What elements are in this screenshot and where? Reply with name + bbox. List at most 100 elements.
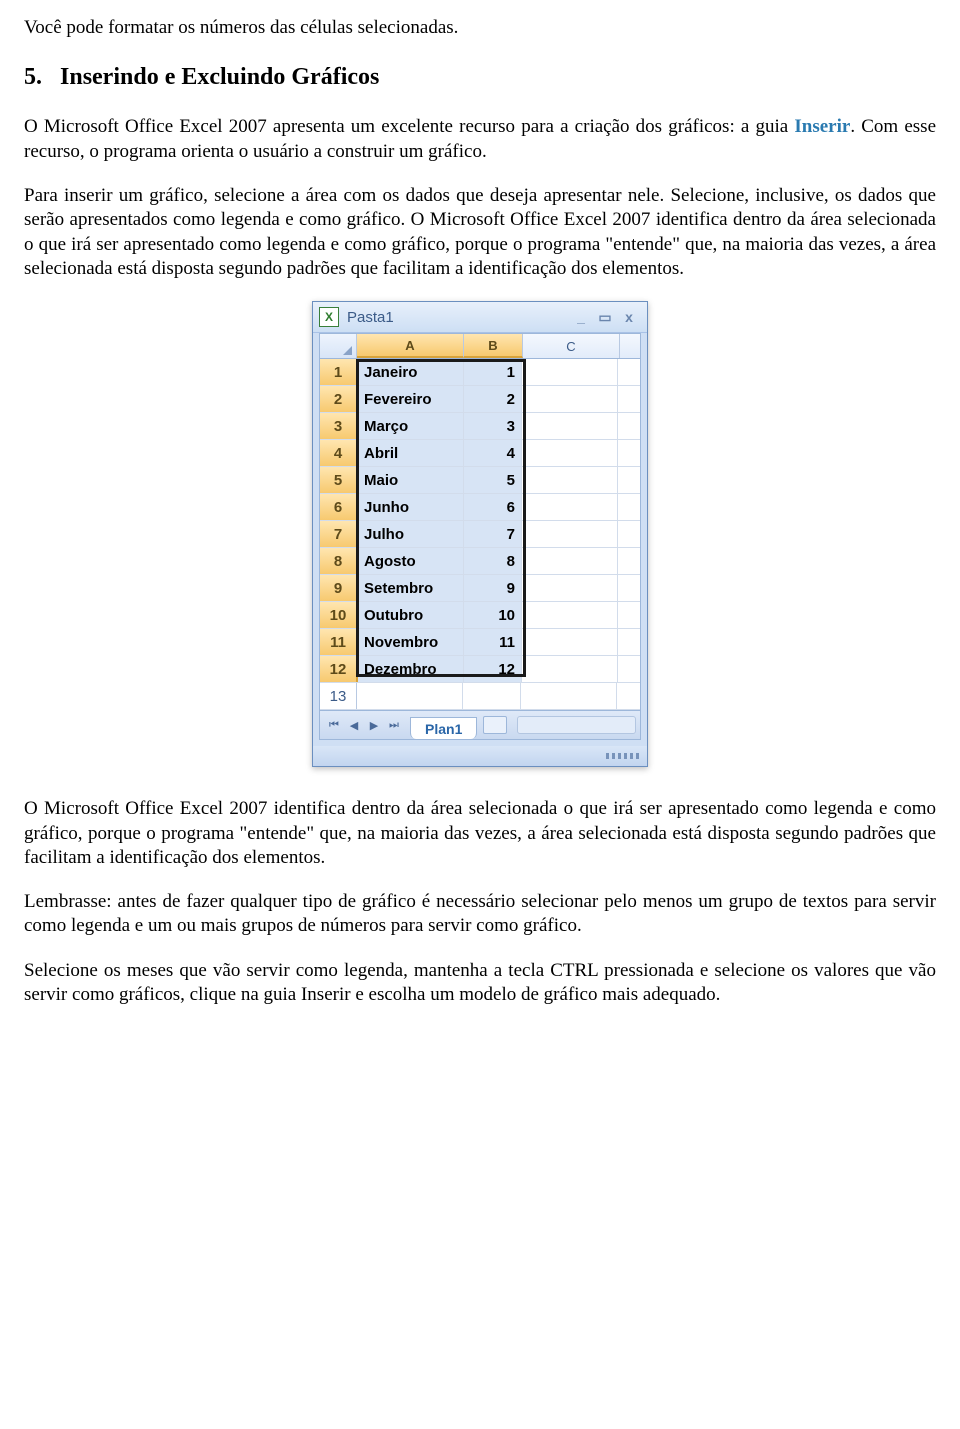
cell-b[interactable]: 9 xyxy=(464,575,522,601)
cell-b[interactable]: 12 xyxy=(464,656,522,682)
cell-c[interactable] xyxy=(522,629,618,655)
cell-c[interactable] xyxy=(521,683,617,709)
paragraph-3: Para inserir um gráfico, selecione a áre… xyxy=(24,184,936,281)
section-title-text: Inserindo e Excluindo Gráficos xyxy=(60,64,379,91)
row-header[interactable]: 13 xyxy=(320,683,357,709)
row-header[interactable]: 12 xyxy=(320,656,358,682)
intro-paragraph: Você pode formatar os números das célula… xyxy=(24,16,936,40)
select-all-corner[interactable] xyxy=(320,334,357,358)
grid: 1 Janeiro 1 2 Fevereiro 2 3 Março 3 4 Ab… xyxy=(320,359,640,710)
cell-c[interactable] xyxy=(522,440,618,466)
cell-b[interactable]: 1 xyxy=(464,359,522,385)
cell-a[interactable]: Agosto xyxy=(358,548,464,574)
table-row: 3 Março 3 xyxy=(320,413,640,440)
table-row: 4 Abril 4 xyxy=(320,440,640,467)
row-header[interactable]: 10 xyxy=(320,602,358,628)
maximize-button[interactable]: ▭ xyxy=(593,308,617,326)
cell-a[interactable]: Maio xyxy=(358,467,464,493)
excel-titlebar: Pasta1 _ ▭ x xyxy=(313,302,647,333)
cell-a[interactable]: Novembro xyxy=(358,629,464,655)
new-sheet-button[interactable] xyxy=(483,716,507,734)
row-header[interactable]: 6 xyxy=(320,494,358,520)
table-row: 1 Janeiro 1 xyxy=(320,359,640,386)
cell-a[interactable]: Abril xyxy=(358,440,464,466)
tab-nav-last-icon[interactable]: ⏭ xyxy=(384,715,404,735)
row-header[interactable]: 5 xyxy=(320,467,358,493)
workbook-title: Pasta1 xyxy=(347,309,394,326)
row-header[interactable]: 11 xyxy=(320,629,358,655)
zoom-tick-icon xyxy=(618,753,621,759)
cell-b[interactable]: 10 xyxy=(464,602,522,628)
minimize-button[interactable]: _ xyxy=(569,308,593,326)
cell-a[interactable]: Setembro xyxy=(358,575,464,601)
cell-c[interactable] xyxy=(522,386,618,412)
cell-c[interactable] xyxy=(522,548,618,574)
sheet-area: A B C 1 Janeiro 1 2 Fevereiro 2 3 Março … xyxy=(319,333,641,740)
row-header[interactable]: 9 xyxy=(320,575,358,601)
cell-a[interactable]: Fevereiro xyxy=(358,386,464,412)
cell-b[interactable]: 11 xyxy=(464,629,522,655)
horizontal-scrollbar[interactable] xyxy=(517,716,636,734)
status-bar xyxy=(313,746,647,766)
close-button[interactable]: x xyxy=(617,308,641,326)
row-header[interactable]: 1 xyxy=(320,359,358,385)
cell-b[interactable]: 8 xyxy=(464,548,522,574)
zoom-tick-icon xyxy=(624,753,627,759)
cell-b[interactable]: 5 xyxy=(464,467,522,493)
paragraph-4: O Microsoft Office Excel 2007 identifica… xyxy=(24,797,936,870)
excel-app-icon xyxy=(319,307,339,327)
table-row: 2 Fevereiro 2 xyxy=(320,386,640,413)
cell-a[interactable]: Outubro xyxy=(358,602,464,628)
cell-c[interactable] xyxy=(522,521,618,547)
row-header[interactable]: 2 xyxy=(320,386,358,412)
cell-c[interactable] xyxy=(522,467,618,493)
cell-a[interactable]: Dezembro xyxy=(358,656,464,682)
cell-b[interactable]: 3 xyxy=(464,413,522,439)
row-header[interactable]: 7 xyxy=(320,521,358,547)
tab-nav-next-icon[interactable]: ▶ xyxy=(364,715,384,735)
cell-b[interactable]: 2 xyxy=(464,386,522,412)
cell-c[interactable] xyxy=(522,413,618,439)
inserir-guide-link: Inserir xyxy=(794,116,850,137)
cell-b[interactable]: 4 xyxy=(464,440,522,466)
section-heading: 5. Inserindo e Excluindo Gráficos xyxy=(24,64,936,91)
zoom-tick-icon xyxy=(636,753,639,759)
row-header[interactable]: 8 xyxy=(320,548,358,574)
cell-a[interactable] xyxy=(357,683,463,709)
cell-a[interactable]: Julho xyxy=(358,521,464,547)
table-row: 12 Dezembro 12 xyxy=(320,656,640,683)
sheet-tab[interactable]: Plan1 xyxy=(410,717,477,739)
tab-nav-prev-icon[interactable]: ◀ xyxy=(344,715,364,735)
row-header[interactable]: 3 xyxy=(320,413,358,439)
cell-a[interactable]: Junho xyxy=(358,494,464,520)
column-headers: A B C xyxy=(320,334,640,359)
column-header-a[interactable]: A xyxy=(357,334,464,358)
table-row: 10 Outubro 10 xyxy=(320,602,640,629)
paragraph-5: Lembrasse: antes de fazer qualquer tipo … xyxy=(24,890,936,939)
cell-c[interactable] xyxy=(522,575,618,601)
cell-b[interactable] xyxy=(463,683,521,709)
cell-c[interactable] xyxy=(522,602,618,628)
cell-a[interactable]: Janeiro xyxy=(358,359,464,385)
row-header[interactable]: 4 xyxy=(320,440,358,466)
section-number: 5. xyxy=(24,64,42,91)
cell-c[interactable] xyxy=(522,656,618,682)
table-row: 9 Setembro 9 xyxy=(320,575,640,602)
table-row: 5 Maio 5 xyxy=(320,467,640,494)
tab-nav-first-icon[interactable]: ⏮ xyxy=(324,715,344,735)
cell-a[interactable]: Março xyxy=(358,413,464,439)
zoom-tick-icon xyxy=(606,753,609,759)
zoom-tick-icon xyxy=(630,753,633,759)
sheet-tab-strip: ⏮ ◀ ▶ ⏭ Plan1 xyxy=(320,710,640,739)
column-header-b[interactable]: B xyxy=(464,334,523,358)
cell-c[interactable] xyxy=(522,494,618,520)
paragraph-2a: O Microsoft Office Excel 2007 apresenta … xyxy=(24,116,794,137)
cell-b[interactable]: 7 xyxy=(464,521,522,547)
column-header-c[interactable]: C xyxy=(523,334,620,358)
cell-c[interactable] xyxy=(522,359,618,385)
cell-b[interactable]: 6 xyxy=(464,494,522,520)
table-row: 13 xyxy=(320,683,640,710)
zoom-tick-icon xyxy=(612,753,615,759)
paragraph-6: Selecione os meses que vão servir como l… xyxy=(24,959,936,1008)
table-row: 7 Julho 7 xyxy=(320,521,640,548)
